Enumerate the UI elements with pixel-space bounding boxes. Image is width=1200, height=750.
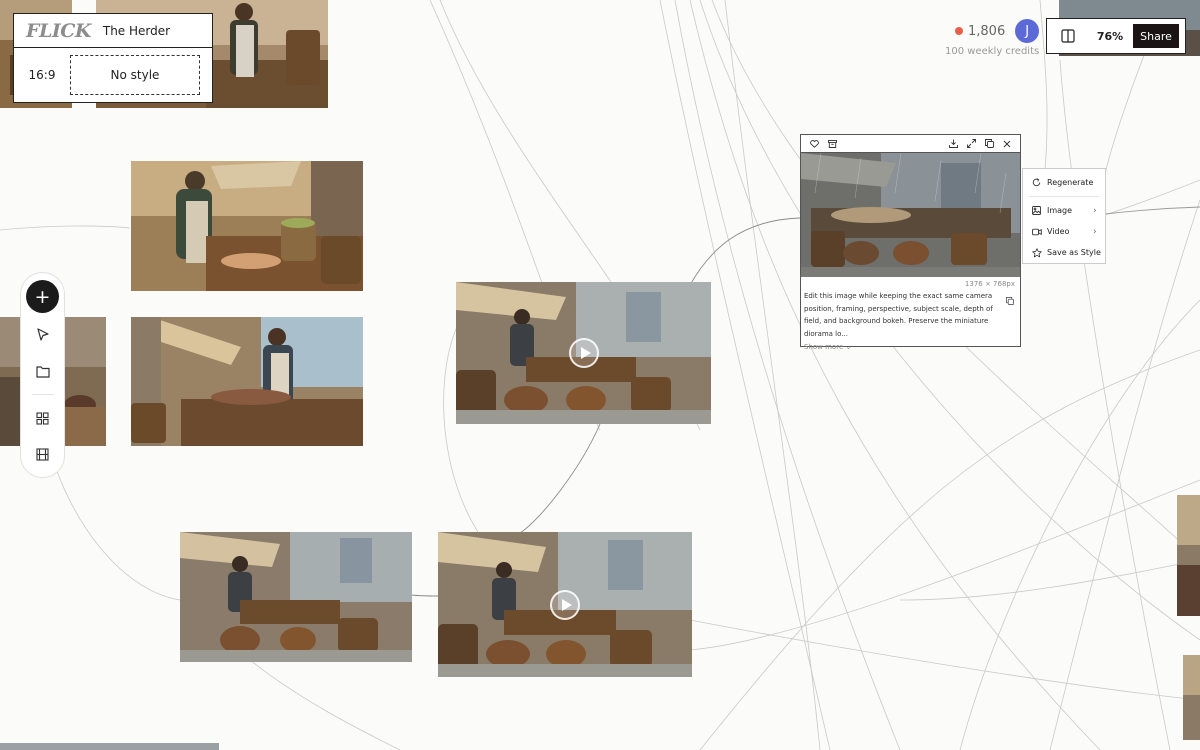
expand-icon — [966, 139, 976, 148]
select-tool-button[interactable] — [27, 319, 59, 351]
menu-item-video[interactable]: Video › — [1023, 221, 1105, 242]
selected-image-card[interactable]: 1376 × 768px Edit this image while keepi… — [800, 134, 1021, 351]
image-dimensions: 1376 × 768px — [964, 280, 1015, 288]
grid-button[interactable] — [27, 402, 59, 434]
favorite-button[interactable] — [805, 136, 823, 152]
panel-toggle-button[interactable] — [1047, 29, 1089, 43]
close-button[interactable] — [998, 136, 1016, 152]
image-toolbar — [801, 135, 1020, 153]
avatar[interactable]: J — [1015, 19, 1040, 43]
copy-icon — [1006, 297, 1014, 305]
aspect-ratio-selector[interactable]: 16:9 — [14, 68, 70, 82]
grid-icon — [36, 411, 49, 425]
download-icon — [948, 139, 958, 148]
share-panel: 76% Share — [1046, 18, 1186, 54]
menu-item-save-as-style[interactable]: Save as Style — [1023, 242, 1105, 263]
flick-logo[interactable]: FLICK — [26, 20, 91, 42]
credits-indicator[interactable]: 1,806 J — [955, 19, 1040, 43]
image-prompt: Edit this image while keeping the exact … — [804, 292, 993, 338]
menu-label: Video — [1047, 227, 1070, 236]
menu-label: Image — [1047, 206, 1073, 215]
style-label: No style — [110, 68, 160, 82]
zoom-level[interactable]: 76% — [1089, 30, 1131, 43]
video-icon — [1032, 228, 1042, 235]
selected-image-preview[interactable] — [801, 153, 1020, 277]
video-node-2[interactable] — [180, 532, 412, 662]
menu-label: Regenerate — [1047, 178, 1094, 187]
expand-button[interactable] — [962, 136, 980, 152]
credit-count: 1,806 — [968, 23, 1006, 39]
star-icon — [1032, 247, 1042, 257]
close-icon — [1003, 140, 1011, 147]
context-menu: Regenerate Image › Video › Save as Style — [1022, 168, 1106, 264]
play-icon[interactable] — [568, 338, 599, 368]
share-button[interactable]: Share — [1133, 24, 1179, 48]
toolbar-divider — [31, 394, 54, 395]
image-node-1[interactable] — [131, 161, 363, 291]
menu-item-regenerate[interactable]: Regenerate — [1023, 172, 1105, 193]
copy-prompt-button[interactable] — [1006, 290, 1016, 340]
image-node-right-1[interactable] — [1177, 495, 1200, 616]
video-node-1[interactable] — [456, 282, 711, 424]
folder-button[interactable] — [27, 355, 59, 387]
chevron-right-icon: › — [1093, 205, 1097, 216]
video-node-3[interactable] — [438, 532, 692, 677]
project-card: FLICK The Herder 16:9 No style — [13, 13, 213, 103]
folder-icon — [35, 365, 50, 378]
chevron-right-icon: › — [1093, 226, 1097, 237]
image-node-2[interactable] — [131, 317, 363, 446]
archive-icon — [827, 139, 837, 148]
film-icon — [36, 447, 49, 461]
credit-dot-icon — [955, 27, 963, 35]
project-name[interactable]: The Herder — [103, 24, 170, 38]
style-selector[interactable]: No style — [70, 55, 200, 95]
show-more-link[interactable]: Show more ⌄ — [801, 340, 1020, 354]
download-button[interactable] — [944, 136, 962, 152]
film-button[interactable] — [27, 438, 59, 470]
duplicate-button[interactable] — [980, 136, 998, 152]
heart-icon — [809, 139, 819, 148]
image-node-bottom[interactable] — [0, 743, 219, 750]
menu-label: Save as Style — [1047, 248, 1101, 257]
menu-item-image[interactable]: Image › — [1023, 200, 1105, 221]
add-button[interactable]: + — [26, 280, 59, 313]
image-icon — [1032, 206, 1041, 215]
copy-icon — [984, 139, 994, 148]
image-node-right-2[interactable] — [1183, 655, 1200, 740]
left-toolbar: + — [20, 272, 65, 478]
refresh-icon — [1032, 178, 1041, 187]
cursor-icon — [36, 328, 49, 341]
weekly-credits-label: 100 weekly credits — [945, 46, 1040, 57]
menu-divider — [1029, 196, 1099, 197]
sidebar-panel-icon — [1061, 29, 1075, 43]
play-icon[interactable] — [550, 589, 580, 620]
archive-button[interactable] — [823, 136, 841, 152]
